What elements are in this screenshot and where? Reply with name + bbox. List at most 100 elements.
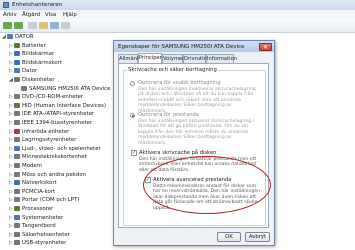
tree-node-label: Processorer [22, 206, 54, 212]
dialog-title: Egenskaper för SAMSUNG HM250I ATA Device [118, 43, 245, 50]
forward-icon[interactable] [14, 22, 23, 29]
tree-node-label: Systemenheter [22, 214, 64, 221]
tab-drivrutin[interactable]: Drivrutin [183, 54, 207, 63]
tab-allmant[interactable]: Allmänt [118, 54, 139, 63]
highlight-ellipse [143, 156, 271, 214]
device-category-icon [14, 180, 20, 186]
device-manager-icon [3, 2, 9, 8]
tree-node-label: Bildskärmskort [22, 59, 62, 66]
tree-node[interactable]: ▷ IDE ATA-/ATAPI-styrenheter [9, 110, 94, 118]
tree-node-label: Dator [22, 68, 38, 75]
tree-node-label: Modem [22, 163, 42, 169]
menu-atgard[interactable]: Åtgärd [22, 12, 40, 18]
device-category-icon [14, 197, 20, 203]
tree-node-label: Möss och andra pekdon [22, 171, 87, 178]
write-cache-checkbox[interactable]: ✓ [131, 150, 137, 156]
toolbar [0, 19, 355, 33]
device-category-icon [14, 102, 20, 108]
tree-node-label: Lagringsstyrenheter [22, 137, 77, 144]
tree-node[interactable]: ▷ Portar (COM och LPT) [9, 196, 79, 204]
menu-visa[interactable]: Visa [45, 12, 56, 18]
device-category-icon [14, 111, 20, 117]
tree-node[interactable]: SAMSUNG HM250I ATA Device [16, 85, 110, 93]
tab-volymer[interactable]: Volymer [162, 54, 184, 63]
tree-node-label: IDE ATA-/ATAPI-styrenheter [22, 111, 95, 118]
menu-arkiv[interactable]: Arkiv [3, 12, 17, 18]
quick-removal-label: Optimera för snabb borttagning [138, 80, 221, 86]
tree-node[interactable]: ▷ Lagringsstyrenheter [9, 136, 76, 144]
group-label: Skrivcache och säker borttagning [127, 67, 218, 73]
dialog-titlebar: Egenskaper för SAMSUNG HM250I ATA Device… [114, 41, 274, 52]
device-category-icon [14, 145, 20, 151]
back-icon[interactable] [3, 22, 12, 29]
device-category-icon [14, 223, 20, 229]
tree-node[interactable]: ▷ Batterier [9, 42, 46, 50]
scan-hardware-icon[interactable] [61, 22, 70, 29]
device-category-icon [14, 59, 20, 65]
ok-button[interactable]: OK [217, 232, 241, 242]
device-category-icon [21, 85, 27, 91]
tree-node[interactable]: ◢ Diskenheter [9, 76, 55, 84]
tree-node[interactable]: ▷ Systemenheter [9, 214, 63, 222]
tree-node-label: IEEE 1394-busstyrenheter [22, 120, 93, 126]
properties-dialog: Egenskaper för SAMSUNG HM250I ATA Device… [113, 40, 275, 246]
tab-information[interactable]: Information [206, 54, 237, 63]
tree-node[interactable]: ▷ Bildskärmskort [9, 59, 62, 67]
properties-icon[interactable] [39, 22, 48, 29]
cancel-button[interactable]: Avbryt [245, 232, 270, 242]
tree-node-label: PCMCIA-kort [22, 188, 56, 195]
device-category-icon [14, 231, 20, 237]
device-category-icon [14, 137, 20, 143]
tree-node-label: Portar (COM och LPT) [22, 197, 80, 204]
view-icon[interactable] [28, 22, 37, 29]
quick-removal-description: Den här inställningen inaktiverar skrivc… [138, 87, 256, 114]
device-category-icon [14, 206, 20, 211]
close-button[interactable]: ✕ [259, 42, 272, 51]
tree-node[interactable]: ▷ Tangentbord [9, 222, 56, 230]
help-icon[interactable] [50, 22, 59, 29]
device-category-icon [14, 214, 20, 220]
tree-root[interactable]: ◢ DATOR [2, 33, 34, 41]
tab-principer[interactable]: Principer [138, 53, 162, 63]
tree-node[interactable]: ▷ HID (Human Interface Devices) [9, 102, 106, 110]
tree-node[interactable]: ▷ Infraröda enheter [9, 128, 69, 136]
device-category-icon [14, 42, 20, 48]
device-category-icon [14, 68, 20, 74]
tree-node-label: Nätverkskort [22, 180, 57, 187]
tree-node-label: Infraröda enheter [22, 128, 70, 135]
tree-node[interactable]: ▷ Bildskärmar [9, 50, 54, 58]
device-category-icon [14, 188, 20, 194]
tree-node-label: SAMSUNG HM250I ATA Device [29, 85, 111, 92]
device-category-icon [14, 120, 20, 125]
tree-node[interactable]: ▷ Ljud-, video- och spelenheter [9, 145, 101, 153]
device-category-icon [7, 34, 13, 39]
tree-node[interactable]: ▷ Modem [9, 162, 42, 170]
tree-node[interactable]: ▷ Processorer [9, 205, 53, 213]
tree-node[interactable]: ▷ Nätverkskort [9, 179, 57, 187]
quick-removal-radio[interactable] [130, 81, 135, 86]
tree-node-label: Minnesteknikskortenhet [22, 154, 87, 161]
tree-node[interactable]: ▷ Säkerhetsenheter [9, 231, 70, 239]
tree-node-label: Bildskärmar [22, 51, 55, 58]
device-category-icon [14, 128, 20, 134]
tree-node-label: Batterier [22, 42, 46, 49]
performance-radio[interactable] [130, 113, 135, 118]
menu-hjalp[interactable]: Hjälp [63, 12, 77, 18]
tree-node[interactable]: ▷ Möss och andra pekdon [9, 171, 86, 179]
tree-node[interactable]: ▷ Minnesteknikskortenhet [9, 153, 87, 161]
device-category-icon [14, 77, 20, 82]
tree-node-label: DVD-/CD-ROM-enheter [22, 94, 84, 101]
device-category-icon [14, 51, 20, 57]
device-category-icon [14, 171, 20, 177]
device-category-icon [14, 240, 20, 246]
tree-node[interactable]: ▷ PCMCIA-kort [9, 188, 55, 196]
tree-node-label: Säkerhetsenheter [22, 231, 70, 238]
tree-node[interactable]: ▷ DVD-/CD-ROM-enheter [9, 93, 83, 101]
window-title: Enhetshanteraren [12, 2, 63, 8]
device-category-icon [14, 154, 20, 160]
tree-node[interactable]: ▷ IEEE 1394-busstyrenheter [9, 119, 92, 127]
tree-node[interactable]: ▷ Dator [9, 67, 37, 75]
tree-node[interactable]: ▷ USB-styrenheter [9, 239, 66, 247]
tree-node-label: DATOR [15, 34, 34, 40]
tree-node-label: HID (Human Interface Devices) [22, 102, 106, 109]
